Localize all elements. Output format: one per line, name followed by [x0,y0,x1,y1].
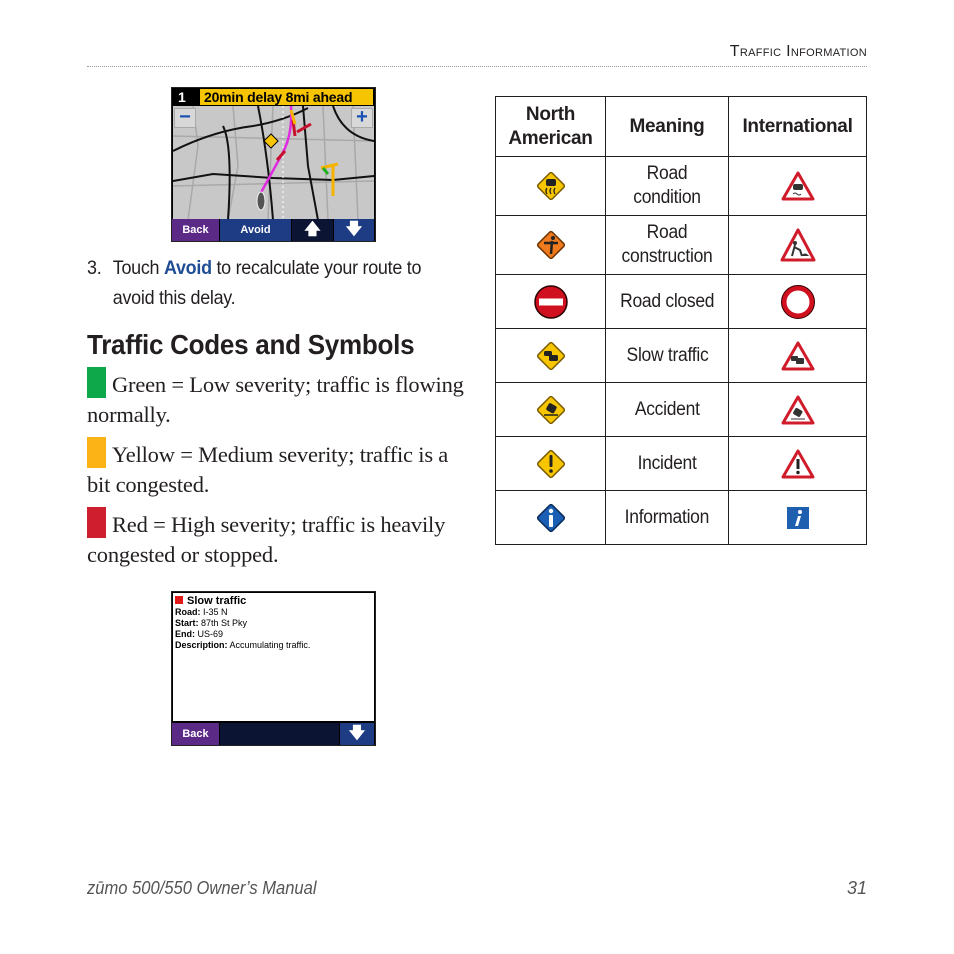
accident-triangle-icon [728,382,867,437]
slow-traffic-triangle-icon [728,328,867,383]
traffic-detail-screenshot: Slow traffic Road: I-35 N Start: 87th St… [171,591,376,746]
detail-title: Slow traffic [175,595,372,607]
field-label: Road: [175,607,201,617]
page-number: 31 [846,878,867,898]
avoid-button[interactable]: Avoid [220,219,292,241]
severity-yellow: Yellow = Medium severity; traffic is a b… [87,437,467,500]
scroll-up-button[interactable]: 🡅 [292,219,334,241]
table-row: Road condition [495,156,867,216]
slow-traffic-diamond-icon [495,328,606,383]
banner-message: 20min delay 8mi ahead [200,89,373,105]
section-title: Traffic Codes and Symbols [87,329,415,360]
yellow-swatch [87,437,106,468]
meaning-text: Incident [637,452,697,474]
red-swatch [87,507,106,538]
map-roads [173,106,374,220]
road-condition-triangle-icon [728,156,867,216]
detail-field-start: Start: 87th St Pky [175,618,372,629]
back-button[interactable]: Back [172,219,220,241]
header-meaning: Meaning [605,96,729,157]
meaning-text: Accident [634,398,700,420]
avoid-keyword: Avoid [163,257,212,279]
accident-diamond-icon [495,382,606,437]
back-button[interactable]: Back [172,723,220,745]
road-closed-circle-icon [495,274,606,329]
step-text-before: Touch [112,257,164,279]
detail-field-road: Road: I-35 N [175,607,372,618]
road-closed-ring-icon [728,274,867,329]
traffic-symbols-table: North American Meaning International Roa… [495,96,867,545]
footer-title: zūmo 500/550 Owner’s Manual [87,878,317,898]
map-button-bar: Back Avoid 🡅 🡇 [172,219,375,241]
severity-text: Yellow = Medium severity; traffic is a b… [87,442,449,497]
severity-text: Green = Low severity; traffic is flowing… [87,372,464,427]
zoom-in-button[interactable]: + [351,107,373,128]
table-header-row: North American Meaning International [495,96,867,157]
meaning-text: Slow traffic [626,344,708,366]
severity-green: Green = Low severity; traffic is flowing… [87,367,467,430]
field-value: 87th St Pky [201,618,248,628]
scroll-down-button[interactable]: 🡇 [340,723,375,745]
meaning-text: Road condition [633,163,701,208]
incident-diamond-icon [495,436,606,491]
map-screenshot: 1 20min delay 8mi ahead − + Back Avoid 🡅… [171,87,376,242]
meaning-text: Road closed [619,290,715,312]
step-number: 3. [87,257,102,279]
traffic-detail-body: Slow traffic Road: I-35 N Start: 87th St… [173,593,374,721]
scroll-down-button[interactable]: 🡇 [334,219,375,241]
table-row: Road closed [495,274,867,329]
running-head: Traffic Information [729,43,867,60]
detail-button-bar: Back 🡅 🡇 [172,723,375,745]
road-construction-diamond-icon [495,215,606,275]
severity-square-icon [175,596,183,604]
severity-red: Red = High severity; traffic is heavily … [87,507,467,570]
step-text: Touch Avoid to recalculate your route to… [113,253,437,313]
header-international: International [728,96,867,157]
incident-triangle-icon [728,436,867,491]
meaning-text: Road construction [621,222,713,267]
meaning-text: Information [624,506,710,528]
detail-title-text: Slow traffic [187,595,247,607]
field-value: Accumulating traffic. [229,640,311,650]
severity-text: Red = High severity; traffic is heavily … [87,512,446,567]
banner-number: 1 [178,89,186,105]
delay-banner: 1 20min delay 8mi ahead [172,88,375,106]
field-value: I-35 N [203,607,228,617]
road-condition-diamond-icon [495,156,606,216]
detail-field-end: End: US-69 [175,629,372,640]
step-3: 3. Touch Avoid to recalculate your route… [87,253,437,313]
header-north-american: North American [495,96,606,157]
information-square-icon [728,490,867,545]
detail-field-description: Description: Accumulating traffic. [175,640,372,651]
field-label: Start: [175,618,199,628]
table-row: Incident [495,436,867,491]
information-diamond-icon [495,490,606,545]
table-row: Slow traffic [495,328,867,383]
field-value: US-69 [197,629,224,639]
empty-button-slot [220,723,340,745]
map-view: − + [173,106,374,220]
table-row: Road construction [495,215,867,275]
header-rule [87,66,867,67]
table-row: Accident [495,382,867,437]
road-construction-triangle-icon [728,215,867,275]
field-label: End: [175,629,195,639]
green-swatch [87,367,106,398]
field-label: Description: [175,640,228,650]
table-row: Information [495,490,867,545]
zoom-out-button[interactable]: − [174,107,196,128]
